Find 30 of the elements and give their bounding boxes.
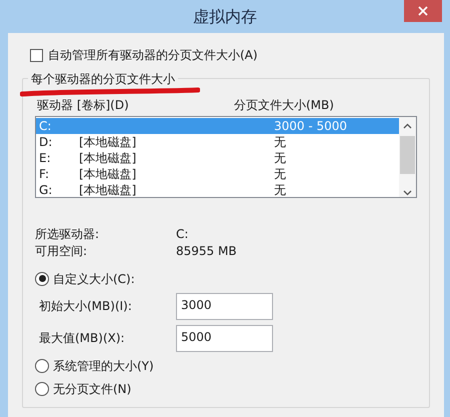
window-title: 虚拟内存 [193,6,257,28]
column-header: 分页文件大小(MB) [234,97,334,114]
scroll-up-icon[interactable] [403,123,412,129]
info-value: 85955 MB [176,242,237,260]
checkbox-label: 自动管理所有驱动器的分页文件大小(A) [48,47,258,64]
close-button[interactable] [404,0,442,22]
radio-button[interactable] [35,382,49,396]
close-icon [418,6,428,16]
field-label: 初始大小(MB)(I): [39,298,133,315]
list-row[interactable]: F: [本地磁盘] 无 [36,166,399,182]
radio-button[interactable] [35,272,49,286]
input-field[interactable]: 5000 [176,324,273,352]
radio-label: 系统管理的大小(Y) [53,358,154,374]
checkbox[interactable] [30,48,43,62]
radio-button[interactable] [35,358,49,372]
scrollbar[interactable] [399,117,416,197]
field-label: 最大值(MB)(X): [39,330,126,347]
info-value: C: [176,226,188,242]
list-row[interactable]: E: [本地磁盘] 无 [36,150,399,166]
list-row[interactable]: G: [本地磁盘] 无 [36,182,399,198]
group-label: 每个驱动器的分页文件大小 [28,70,178,88]
scroll-down-icon[interactable] [403,190,412,196]
info-label: 所选驱动器: [35,226,100,242]
radio-label: 无分页文件(N) [53,380,132,398]
scrollbar-thumb[interactable] [400,136,415,174]
info-label: 可用空间: [35,242,88,260]
radio-label: 自定义大小(C): [53,270,135,288]
list-row[interactable]: D: [本地磁盘] 无 [36,134,399,150]
column-header: 驱动器 [卷标](D) [36,97,130,114]
input-field[interactable]: 3000 [176,292,273,320]
